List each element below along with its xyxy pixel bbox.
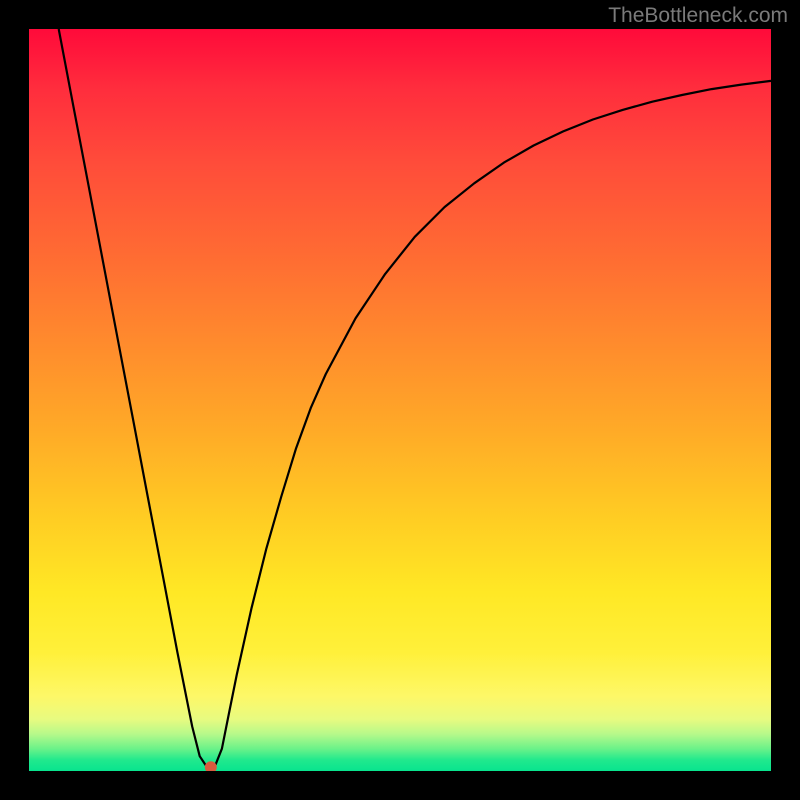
plot-area bbox=[29, 29, 771, 771]
watermark-text: TheBottleneck.com bbox=[608, 4, 788, 28]
chart-container: TheBottleneck.com bbox=[0, 0, 800, 800]
bottleneck-curve bbox=[29, 29, 771, 771]
